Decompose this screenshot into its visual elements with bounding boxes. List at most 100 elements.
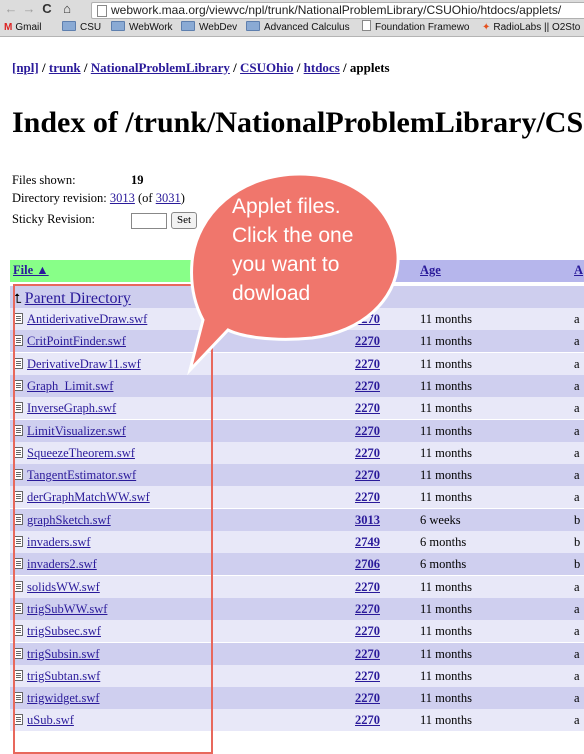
author-cell: a — [574, 445, 580, 460]
revision-cell: 2270 — [355, 647, 380, 662]
revision-cell: 2270 — [355, 401, 380, 416]
bookmark-webwork[interactable]: WebWork — [111, 20, 173, 35]
revision-link[interactable]: 2270 — [355, 424, 380, 438]
age-cell: 11 months — [420, 378, 472, 393]
url-text[interactable]: webwork.maa.org/viewvc/npl/trunk/Nationa… — [111, 3, 561, 18]
revision-cell: 2270 — [355, 490, 380, 505]
breadcrumb-npl[interactable]: [npl] — [12, 60, 39, 75]
revision-link[interactable]: 2749 — [355, 535, 380, 549]
age-cell: 11 months — [420, 334, 472, 349]
bookmark-radiolabs[interactable]: ✦ RadioLabs || O2Sto — [482, 20, 580, 35]
sticky-revision-input[interactable] — [131, 212, 167, 229]
breadcrumb-csuohio[interactable]: CSUOhio — [240, 60, 293, 75]
revision-link[interactable]: 2270 — [355, 580, 380, 594]
age-cell: 11 months — [420, 490, 472, 505]
revision-link[interactable]: 2270 — [355, 379, 380, 393]
gmail-icon: M — [4, 22, 13, 33]
file-sort-link[interactable]: File ▲ — [13, 263, 49, 277]
bookmark-csu[interactable]: CSU — [62, 20, 101, 35]
revision-cell: 2270 — [355, 379, 380, 394]
revision-cell: 2270 — [355, 669, 380, 684]
revision-link[interactable]: 2270 — [355, 446, 380, 460]
author-cell: a — [574, 378, 580, 393]
revision-link[interactable]: 2706 — [355, 557, 380, 571]
author-cell: b — [574, 535, 581, 549]
age-cell: 11 months — [420, 624, 472, 639]
revision-cell: 2270 — [355, 446, 380, 461]
revision-cell: 2270 — [355, 357, 380, 372]
revision-link[interactable]: 2270 — [355, 401, 380, 415]
address-bar[interactable]: webwork.maa.org/viewvc/npl/trunk/Nationa… — [91, 2, 584, 19]
folder-icon — [62, 21, 76, 31]
page-icon — [97, 5, 107, 17]
breadcrumb-nationalproblemlibrary[interactable]: NationalProblemLibrary — [91, 60, 230, 75]
author-cell: a — [574, 334, 580, 349]
age-cell: 11 months — [420, 713, 472, 728]
author-cell: a — [574, 490, 580, 505]
revision-cell: 3013 — [355, 513, 380, 528]
bookmark-advanced-calculus[interactable]: Advanced Calculus — [246, 20, 350, 35]
back-arrow-icon[interactable]: ← — [4, 2, 18, 16]
revision-link[interactable]: 2270 — [355, 468, 380, 482]
age-sort-link[interactable]: Age — [420, 263, 441, 277]
age-cell: 11 months — [420, 312, 472, 326]
age-cell: 11 months — [420, 668, 472, 683]
revision-link[interactable]: 2270 — [355, 691, 380, 705]
bookmark-foundation-framework[interactable]: Foundation Framewo — [362, 20, 470, 35]
directory-revision-link[interactable]: 3013 — [110, 191, 135, 205]
author-cell: a — [574, 579, 580, 594]
folder-icon — [181, 21, 195, 31]
author-cell: a — [574, 312, 580, 326]
breadcrumb-htdocs[interactable]: htdocs — [304, 60, 340, 75]
author-cell: a — [574, 601, 580, 616]
revision-cell: 2270 — [355, 312, 380, 327]
callout-text: Applet files. Click the one you want to … — [232, 195, 354, 305]
author-cell: a — [574, 713, 580, 728]
author-cell: a — [574, 668, 580, 683]
folder-icon — [246, 21, 260, 31]
reload-icon[interactable]: C — [40, 2, 54, 16]
age-cell: 11 months — [420, 579, 472, 594]
directory-revision: Directory revision: 3013 (of 3031) — [12, 191, 185, 205]
revision-cell: 2270 — [355, 468, 380, 483]
revision-link[interactable]: 2270 — [355, 669, 380, 683]
revision-cell: 2270 — [355, 624, 380, 639]
page-icon — [362, 20, 371, 31]
author-cell: a — [574, 423, 580, 438]
age-cell: 11 months — [420, 356, 472, 371]
bookmark-gmail[interactable]: M Gmail — [4, 20, 41, 35]
folder-icon — [111, 21, 125, 31]
revision-link[interactable]: 2270 — [355, 602, 380, 616]
revision-link[interactable]: 2270 — [355, 624, 380, 638]
navigation-bar: ← → C ⌂ webwork.maa.org/viewvc/npl/trunk… — [0, 1, 584, 19]
revision-link[interactable]: 2270 — [355, 713, 380, 727]
bookmark-webdev[interactable]: WebDev — [181, 20, 237, 35]
browser-chrome: ← → C ⌂ webwork.maa.org/viewvc/npl/trunk… — [0, 0, 584, 37]
set-button[interactable]: Set — [171, 212, 198, 229]
revision-cell: 2270 — [355, 691, 380, 706]
revision-link[interactable]: 3013 — [355, 513, 380, 527]
breadcrumb-trunk[interactable]: trunk — [49, 60, 81, 75]
forward-arrow-icon[interactable]: → — [22, 2, 36, 16]
author-cell: b — [574, 557, 581, 572]
revision-link[interactable]: 2270 — [355, 647, 380, 661]
age-cell: 11 months — [420, 423, 472, 438]
author-sort-link[interactable]: A — [574, 263, 583, 277]
author-cell: a — [574, 691, 580, 706]
revision-link[interactable]: 2270 — [355, 334, 380, 348]
radiolabs-icon: ✦ — [482, 22, 491, 33]
revision-link[interactable]: 2270 — [355, 490, 380, 504]
author-cell: a — [574, 356, 580, 371]
revision-link[interactable]: 2270 — [355, 357, 380, 371]
age-cell: 6 months — [420, 535, 467, 549]
age-cell: 11 months — [420, 691, 472, 706]
head-revision-link[interactable]: 3031 — [156, 191, 181, 205]
home-icon[interactable]: ⌂ — [60, 2, 74, 16]
revision-cell: 2270 — [355, 580, 380, 595]
author-cell: a — [574, 401, 580, 416]
age-cell: 11 months — [420, 601, 472, 616]
file-column-header[interactable]: File ▲ — [10, 260, 222, 282]
revision-link[interactable]: 2270 — [355, 312, 380, 326]
age-cell: 6 weeks — [420, 512, 461, 527]
age-cell: 11 months — [420, 646, 472, 661]
